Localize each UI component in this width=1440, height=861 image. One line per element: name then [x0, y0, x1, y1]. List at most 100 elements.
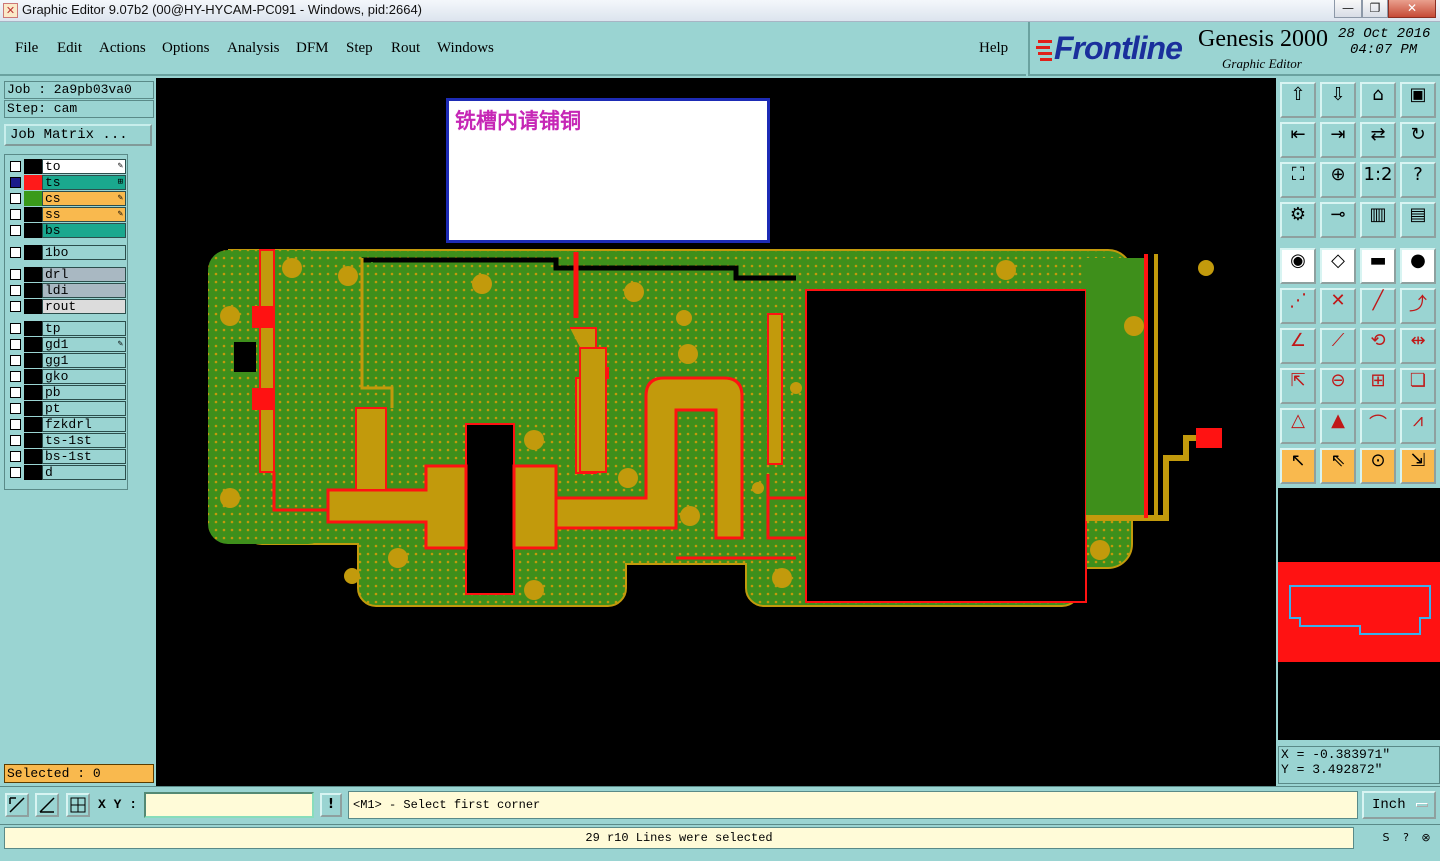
copy-shape-button[interactable]: ❏ — [1400, 368, 1436, 404]
tray-s-icon[interactable]: S — [1378, 831, 1394, 845]
layer-row-rout[interactable]: rout — [7, 299, 127, 314]
layer-name[interactable]: gko — [42, 369, 126, 384]
layer-row-gko[interactable]: gko — [7, 369, 127, 384]
layer-color-swatch[interactable] — [24, 465, 42, 480]
layer-color-swatch[interactable] — [24, 207, 42, 222]
select-round-button[interactable]: ⊙ — [1360, 448, 1396, 484]
layer-row-ldi[interactable]: ldi — [7, 283, 127, 298]
measure-button[interactable]: ⚙ — [1280, 202, 1316, 238]
grid-fit-button[interactable]: ⊞ — [1360, 368, 1396, 404]
menu-analysis[interactable]: Analysis — [227, 40, 280, 57]
layer-checkbox[interactable] — [10, 193, 21, 204]
layer-name[interactable]: d — [42, 465, 126, 480]
angle-snap-icon[interactable] — [35, 793, 59, 817]
layer-row-tp[interactable]: tp — [7, 321, 127, 336]
snap-button[interactable]: ◉ — [1280, 248, 1316, 284]
layer-color-swatch[interactable] — [24, 369, 42, 384]
layer-name[interactable]: ts ⊞ — [42, 175, 126, 190]
layer-color-swatch[interactable] — [24, 223, 42, 238]
cut-line-button[interactable]: ⊖ — [1320, 368, 1356, 404]
import-button[interactable]: ⇩ — [1320, 82, 1356, 118]
menu-step[interactable]: Step — [346, 40, 373, 57]
pad-button[interactable]: ● — [1400, 248, 1436, 284]
layer-name[interactable]: cs ✎ — [42, 191, 126, 206]
layer-name[interactable]: to ✎ — [42, 159, 126, 174]
menu-rout[interactable]: Rout — [391, 40, 420, 57]
layer-row-ts[interactable]: ts ⊞ — [7, 175, 127, 190]
layer-row-ts-1st[interactable]: ts-1st — [7, 433, 127, 448]
ratio-button[interactable]: 1:2 — [1360, 162, 1396, 198]
layer-name[interactable]: bs — [42, 223, 126, 238]
step-in-button[interactable]: ⇤ — [1280, 122, 1316, 158]
arc-line-button[interactable]: ⤴ — [1400, 288, 1436, 324]
layer-color-swatch[interactable] — [24, 449, 42, 464]
snap-mode-icon[interactable] — [5, 793, 29, 817]
layer-checkbox[interactable] — [10, 301, 21, 312]
layer-checkbox[interactable] — [10, 177, 21, 188]
layer-name[interactable]: 1bo — [42, 245, 126, 260]
arch-button[interactable]: ⌒ — [1360, 408, 1396, 444]
pointer-button[interactable]: ↖ — [1280, 448, 1316, 484]
layer-color-swatch[interactable] — [24, 283, 42, 298]
layer-row-pb[interactable]: pb — [7, 385, 127, 400]
layer-checkbox[interactable] — [10, 419, 21, 430]
layer-color-swatch[interactable] — [24, 191, 42, 206]
layer-name[interactable]: fzkdrl — [42, 417, 126, 432]
menu-help[interactable]: Help — [979, 40, 1008, 57]
layer-checkbox[interactable] — [10, 247, 21, 258]
layer-name[interactable]: pb — [42, 385, 126, 400]
swap-button[interactable]: ⇄ — [1360, 122, 1396, 158]
line-button[interactable]: ╱ — [1360, 288, 1396, 324]
layer-color-swatch[interactable] — [24, 175, 42, 190]
layer-row-to[interactable]: to ✎ — [7, 159, 127, 174]
close-button[interactable]: ✕ — [1388, 0, 1436, 18]
layer-checkbox[interactable] — [10, 161, 21, 172]
layer-color-swatch[interactable] — [24, 385, 42, 400]
xy-input[interactable] — [144, 792, 314, 818]
layer-checkbox[interactable] — [10, 403, 21, 414]
move-layer-button[interactable]: ⇱ — [1280, 368, 1316, 404]
layer-name[interactable]: pt — [42, 401, 126, 416]
connect-button[interactable]: ⋰ — [1280, 288, 1316, 324]
layer-name[interactable]: ldi — [42, 283, 126, 298]
menu-options[interactable]: Options — [162, 40, 210, 57]
select-button[interactable]: ⇖ — [1320, 448, 1356, 484]
redraw-button[interactable]: ↻ — [1400, 122, 1436, 158]
mirror-button[interactable]: ⇹ — [1400, 328, 1436, 364]
layer-row-pt[interactable]: pt — [7, 401, 127, 416]
overview-map[interactable] — [1278, 488, 1440, 740]
layer-checkbox[interactable] — [10, 285, 21, 296]
arch-line-button[interactable]: ⩘ — [1400, 408, 1436, 444]
layer-checkbox[interactable] — [10, 371, 21, 382]
layer-checkbox[interactable] — [10, 451, 21, 462]
layer-name[interactable]: drl — [42, 267, 126, 282]
layer-color-swatch[interactable] — [24, 401, 42, 416]
tray-help-icon[interactable]: ? — [1398, 831, 1414, 845]
layer-row-gg1[interactable]: gg1 — [7, 353, 127, 368]
layer-name[interactable]: tp — [42, 321, 126, 336]
menu-actions[interactable]: Actions — [99, 40, 146, 57]
menu-file[interactable]: File — [15, 40, 38, 57]
step-out-button[interactable]: ⇥ — [1320, 122, 1356, 158]
layer-name[interactable]: ts-1st — [42, 433, 126, 448]
layer-checkbox[interactable] — [10, 209, 21, 220]
layer-checkbox[interactable] — [10, 387, 21, 398]
layer-row-gd1[interactable]: gd1 ✎ — [7, 337, 127, 352]
layer-checkbox[interactable] — [10, 435, 21, 446]
layer-checkbox[interactable] — [10, 355, 21, 366]
layer-color-swatch[interactable] — [24, 337, 42, 352]
layer-color-swatch[interactable] — [24, 299, 42, 314]
grid-snap-icon[interactable] — [66, 793, 90, 817]
layer-row-drl[interactable]: drl — [7, 267, 127, 282]
window-button[interactable]: ▣ — [1400, 82, 1436, 118]
layer-stack-button[interactable]: ▤ — [1400, 202, 1436, 238]
menu-edit[interactable]: Edit — [57, 40, 82, 57]
layer-color-swatch[interactable] — [24, 321, 42, 336]
exclamation-button[interactable]: ! — [320, 793, 342, 817]
tray-close-icon[interactable]: ⊗ — [1418, 831, 1434, 845]
ruler-button[interactable]: ▬ — [1360, 248, 1396, 284]
home-button[interactable]: ⌂ — [1360, 82, 1396, 118]
cross-button[interactable]: ✕ — [1320, 288, 1356, 324]
triangle-up-button[interactable]: ▲ — [1320, 408, 1356, 444]
layer-checkbox[interactable] — [10, 323, 21, 334]
